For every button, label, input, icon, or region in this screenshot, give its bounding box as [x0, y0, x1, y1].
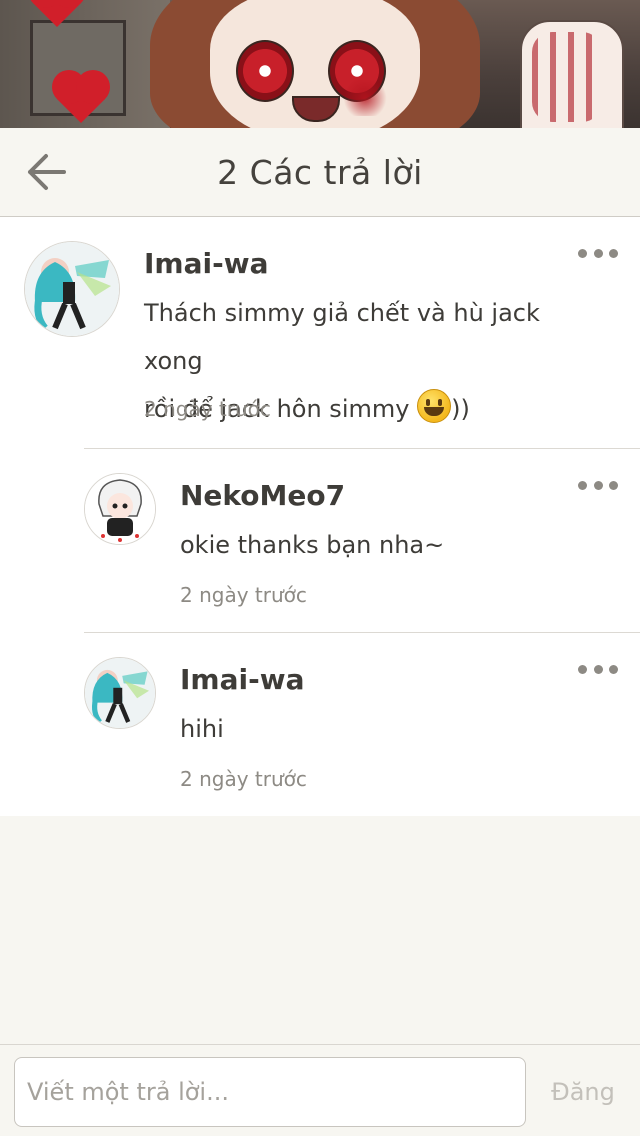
username[interactable]: Imai-wa: [180, 663, 304, 696]
post-button[interactable]: Đăng: [536, 1057, 630, 1127]
reply-text-line: Thách simmy giả chết và hù jack xong: [144, 299, 540, 375]
avatar[interactable]: [84, 657, 156, 729]
grinning-face-icon: [417, 389, 452, 423]
reply-thread-screen: 2 Các trả lời Imai-wa Thách simmy giả ch…: [0, 0, 640, 1136]
reply-item: Imai-wa hihi 2 ngày trước: [0, 633, 640, 816]
timestamp: 2 ngày trước: [144, 397, 271, 421]
dot-icon: [578, 480, 587, 490]
banner-image: [0, 0, 640, 128]
dot-icon: [578, 664, 587, 674]
miku-avatar-icon: [25, 242, 119, 336]
header-bar: 2 Các trả lời: [0, 128, 640, 217]
arrow-left-icon: [28, 154, 66, 190]
banner-character-eye: [236, 40, 294, 102]
reply-input[interactable]: [14, 1057, 526, 1127]
dot-icon: [609, 248, 618, 258]
reply-list: Imai-wa Thách simmy giả chết và hù jack …: [0, 217, 640, 816]
dot-icon: [593, 248, 603, 258]
dot-icon: [593, 664, 603, 674]
reply-text-part: )): [451, 395, 470, 423]
chibi-avatar-icon: [85, 474, 155, 544]
timestamp: 2 ngày trước: [180, 583, 307, 607]
reply-composer: Đăng: [0, 1044, 640, 1136]
username[interactable]: Imai-wa: [144, 247, 268, 280]
dot-icon: [609, 664, 618, 674]
username[interactable]: NekoMeo7: [180, 479, 345, 512]
page-title: 2 Các trả lời: [217, 152, 423, 192]
avatar[interactable]: [84, 473, 156, 545]
more-options-button[interactable]: [578, 245, 618, 261]
more-options-button[interactable]: [578, 477, 618, 493]
miku-avatar-icon: [85, 658, 155, 728]
reply-text: okie thanks bạn nha~: [180, 531, 445, 559]
banner-blood-splatter: [340, 80, 390, 116]
dot-icon: [593, 480, 603, 490]
reply-text: hihi: [180, 715, 224, 743]
dot-icon: [578, 248, 587, 258]
back-button[interactable]: [20, 148, 72, 196]
reply-item: NekoMeo7 okie thanks bạn nha~ 2 ngày trư…: [0, 449, 640, 633]
banner-character-hand: [520, 20, 624, 128]
dot-icon: [609, 480, 618, 490]
reply-item: Imai-wa Thách simmy giả chết và hù jack …: [0, 217, 640, 449]
timestamp: 2 ngày trước: [180, 767, 307, 791]
avatar[interactable]: [24, 241, 120, 337]
more-options-button[interactable]: [578, 661, 618, 677]
